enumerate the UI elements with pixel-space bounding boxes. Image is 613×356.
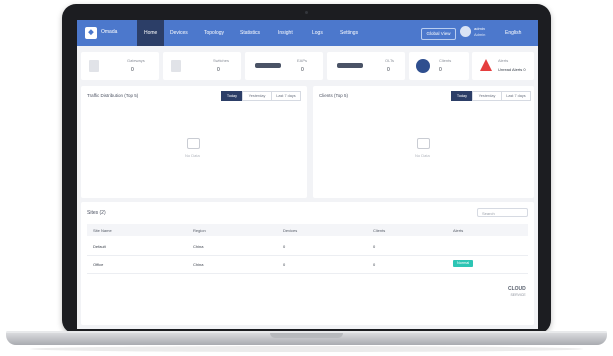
sites-table-panel: Sites (2) Search Site Name Region Device… <box>81 202 534 325</box>
stat-label: Switches <box>213 58 230 63</box>
logo-text: Omada <box>101 29 118 35</box>
avatar[interactable] <box>460 26 471 37</box>
cell-clients: 0 <box>373 244 376 249</box>
stat-value: 0 <box>387 67 390 73</box>
nav-item-home[interactable]: Home <box>137 20 165 46</box>
stat-label: Alerts <box>498 58 509 63</box>
clients-icon <box>416 59 430 73</box>
status-badge: Normal <box>453 260 474 267</box>
stat-card-gateways[interactable]: Gateways 0 <box>81 52 159 80</box>
cell-clients: 0 <box>373 262 376 267</box>
segment-today[interactable]: Today <box>221 91 243 101</box>
olt-icon <box>337 63 363 68</box>
stat-card-switches[interactable]: Switches 0 <box>163 52 241 80</box>
cell-devices: 0 <box>283 244 286 249</box>
nav-item-devices[interactable]: Devices <box>163 20 195 46</box>
global-view-button[interactable]: Global View <box>421 28 456 40</box>
traffic-distribution-panel: Traffic Distribution (Top 5) Today Yeste… <box>81 86 307 198</box>
watermark-line2: SERVICE <box>510 293 526 297</box>
user-role: Admin <box>474 32 486 37</box>
no-data-icon <box>417 138 430 149</box>
cell-devices: 0 <box>283 262 286 267</box>
laptop-notch <box>270 333 343 338</box>
no-data-text: No Data <box>185 153 200 158</box>
no-data-icon <box>187 138 200 149</box>
warning-icon <box>480 59 492 71</box>
column-header[interactable]: Devices <box>283 228 297 233</box>
stat-value: 0 <box>301 67 304 73</box>
top-navigation-bar: ◆ Omada Home Devices Topology Statistics… <box>77 20 538 46</box>
segment-last-7-days[interactable]: Last 7 days <box>271 91 301 101</box>
segment-last-7-days[interactable]: Last 7 days <box>501 91 531 101</box>
segment-yesterday[interactable]: Yesterday <box>472 91 502 101</box>
gateway-icon <box>89 60 99 72</box>
switch-icon <box>171 60 181 72</box>
column-header[interactable]: Alerts <box>453 228 463 233</box>
cell-region: China <box>193 244 204 249</box>
stat-value: 0 <box>131 67 134 73</box>
stat-label: EAPs <box>297 58 308 63</box>
stat-label: OLTs <box>385 58 395 63</box>
camera-icon <box>305 11 308 14</box>
clients-panel: Clients (Top 5) Today Yesterday Last 7 d… <box>313 86 534 198</box>
nav-item-statistics[interactable]: Statistics <box>233 20 267 46</box>
table-row[interactable]: Office China 0 0 Normal <box>87 256 528 274</box>
stat-label: Clients <box>439 58 452 63</box>
nav-item-topology[interactable]: Topology <box>197 20 231 46</box>
table-title: Sites (2) <box>87 210 106 216</box>
column-header[interactable]: Clients <box>373 228 385 233</box>
nav-item-settings[interactable]: Settings <box>333 20 365 46</box>
watermark-logo: CLOUD SERVICE <box>508 286 526 298</box>
laptop-shadow <box>30 346 583 352</box>
cell-site-name[interactable]: Office <box>93 262 103 267</box>
no-data-text: No Data <box>415 153 430 158</box>
nav-item-logs[interactable]: Logs <box>305 20 330 46</box>
eap-icon <box>255 63 281 68</box>
column-header[interactable]: Region <box>193 228 206 233</box>
segment-today[interactable]: Today <box>451 91 473 101</box>
stat-label: Gateways <box>127 58 145 63</box>
column-header[interactable]: Site Name <box>93 228 112 233</box>
language-selector[interactable]: English <box>505 30 521 36</box>
laptop-frame: ◆ Omada Home Devices Topology Statistics… <box>0 0 613 356</box>
stat-card-eaps[interactable]: EAPs 0 <box>245 52 323 80</box>
cell-site-name[interactable]: Default <box>93 244 106 249</box>
panel-title: Traffic Distribution (Top 5) <box>87 93 139 98</box>
cell-region: China <box>193 262 204 267</box>
segment-yesterday[interactable]: Yesterday <box>242 91 272 101</box>
stat-card-clients[interactable]: Clients 0 <box>409 52 469 80</box>
search-input[interactable]: Search <box>477 208 528 217</box>
user-name[interactable]: admin <box>474 26 485 31</box>
table-header: Site Name Region Devices Clients Alerts <box>87 224 528 236</box>
stat-card-alerts[interactable]: Alerts Unread Alerts 0 <box>472 52 534 80</box>
logo-icon[interactable]: ◆ <box>85 27 97 39</box>
stat-value: 0 <box>217 67 220 73</box>
panel-title: Clients (Top 5) <box>319 93 349 98</box>
screen: ◆ Omada Home Devices Topology Statistics… <box>77 20 538 329</box>
table-row[interactable]: Default China 0 0 <box>87 238 528 256</box>
stat-card-olts[interactable]: OLTs 0 <box>327 52 405 80</box>
stat-value: Unread Alerts 0 <box>498 67 526 72</box>
nav-item-insight[interactable]: Insight <box>271 20 300 46</box>
stat-value: 0 <box>439 67 442 73</box>
